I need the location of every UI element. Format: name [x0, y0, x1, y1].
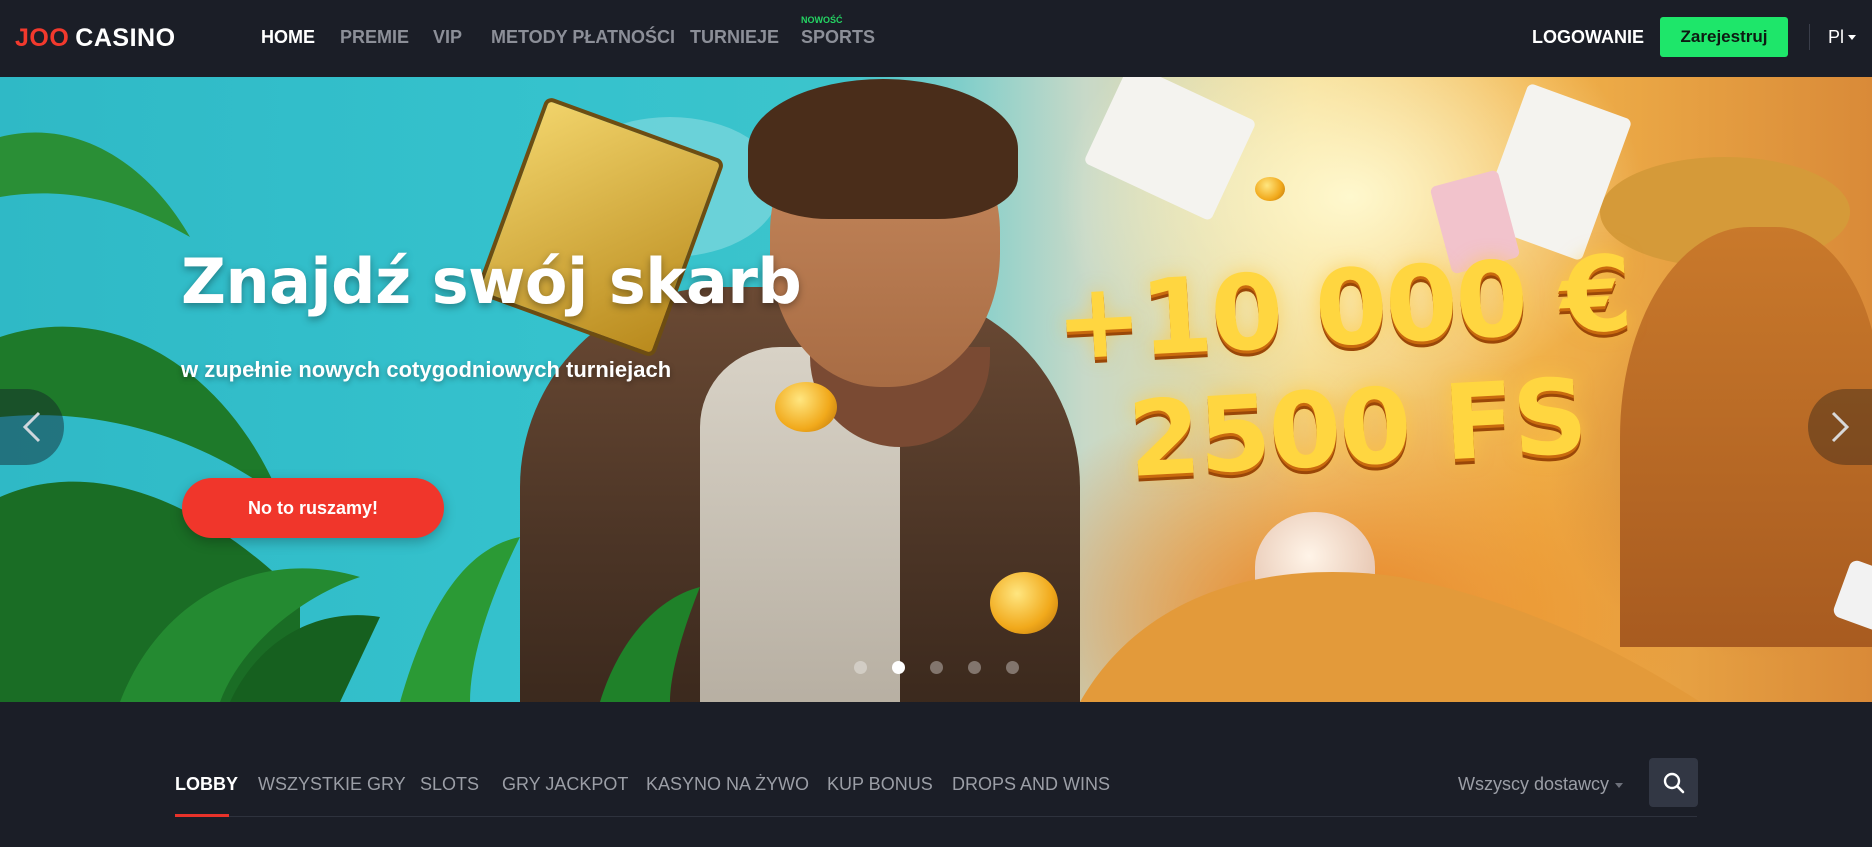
- search-icon: [1663, 772, 1684, 793]
- chevron-right-icon: [1831, 411, 1850, 443]
- logo-joo: JOO: [15, 24, 70, 52]
- providers-dropdown[interactable]: Wszyscy dostawcy: [1458, 774, 1609, 795]
- header-divider: [1809, 24, 1810, 50]
- tabs-divider: [175, 816, 1697, 817]
- hero-banner[interactable]: +10 000 € 2500 FS Znajdź swój skarb w zu…: [0, 77, 1872, 702]
- site-header: JOO CASINO HOME PREMIE VIP METODY PŁATNOŚ…: [0, 0, 1872, 77]
- carousel-dot-active[interactable]: [892, 661, 905, 674]
- tab-slots[interactable]: SLOTS: [420, 774, 479, 795]
- search-button[interactable]: [1649, 758, 1698, 807]
- nav-item-premie[interactable]: PREMIE: [340, 27, 409, 48]
- nav-item-sports[interactable]: SPORTS: [801, 27, 875, 48]
- tab-jackpot-games[interactable]: GRY JACKPOT: [502, 774, 628, 795]
- tab-lobby[interactable]: LOBBY: [175, 774, 238, 795]
- login-link[interactable]: LOGOWANIE: [1532, 27, 1644, 48]
- hero-title: Znajdź swój skarb: [181, 245, 802, 318]
- language-selector[interactable]: Pl: [1828, 27, 1844, 48]
- game-lobby-bar: LOBBY WSZYSTKIE GRY SLOTS GRY JACKPOT KA…: [0, 702, 1872, 847]
- logo[interactable]: JOO CASINO: [15, 24, 176, 53]
- hero-subtitle: w zupełnie nowych cotygodniowych turniej…: [181, 357, 672, 382]
- bonus-free-spins: 2500 FS: [1125, 355, 1589, 501]
- register-button[interactable]: Zarejestruj: [1660, 17, 1788, 57]
- chevron-left-icon: [22, 411, 41, 443]
- tab-live-casino[interactable]: KASYNO NA ŻYWO: [646, 774, 809, 795]
- carousel-dot[interactable]: [854, 661, 867, 674]
- jungle-leaves-illustration: [0, 132, 1700, 702]
- tab-drops-and-wins[interactable]: DROPS AND WINS: [952, 774, 1110, 795]
- chevron-down-icon: [1848, 35, 1856, 40]
- nav-item-vip[interactable]: VIP: [433, 27, 462, 48]
- new-badge: NOWOŚĆ: [801, 15, 843, 25]
- tab-all-games[interactable]: WSZYSTKIE GRY: [258, 774, 406, 795]
- carousel-dot[interactable]: [968, 661, 981, 674]
- active-tab-indicator: [175, 814, 229, 817]
- tab-buy-bonus[interactable]: KUP BONUS: [827, 774, 933, 795]
- carousel-dot[interactable]: [1006, 661, 1019, 674]
- nav-item-home[interactable]: HOME: [261, 27, 315, 48]
- carousel-dot[interactable]: [930, 661, 943, 674]
- nav-item-tournaments[interactable]: TURNIEJE: [690, 27, 779, 48]
- chevron-down-icon: [1615, 783, 1623, 788]
- nav-item-payment-methods[interactable]: METODY PŁATNOŚCI: [491, 27, 675, 48]
- cta-button[interactable]: No to ruszamy!: [182, 478, 444, 538]
- logo-casino: CASINO: [75, 24, 176, 52]
